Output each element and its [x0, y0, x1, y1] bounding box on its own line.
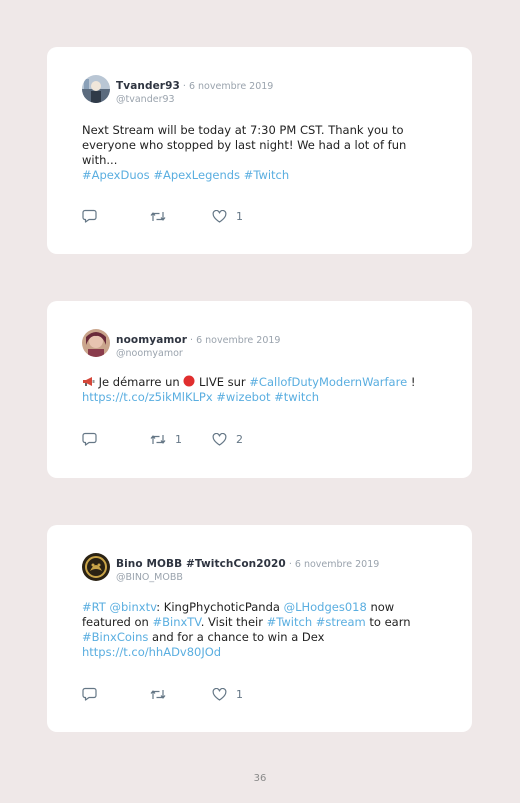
- avatar[interactable]: [82, 75, 110, 103]
- url-link[interactable]: https://t.co/hhADv80JOd: [82, 645, 221, 659]
- avatar[interactable]: [82, 553, 110, 581]
- hashtag-link[interactable]: #BinxCoins: [82, 630, 148, 644]
- post-date[interactable]: 6 novembre 2019: [196, 335, 280, 346]
- tweet-header: Bino MOBB #TwitchCon2020 · 6 novembre 20…: [82, 553, 379, 584]
- like-button[interactable]: 1: [212, 687, 243, 701]
- mention-link[interactable]: @binxtv: [109, 600, 156, 614]
- tweet-text-main: Next Stream will be today at 7:30 PM CST…: [82, 123, 407, 167]
- author-name[interactable]: Bino MOBB #TwitchCon2020: [116, 558, 286, 570]
- url-link[interactable]: https://t.co/z5ikMlKLPx: [82, 390, 213, 404]
- like-count: 1: [236, 209, 243, 223]
- tweet-text: Je démarre un LIVE sur #CallofDutyModern…: [82, 375, 432, 405]
- retweet-button[interactable]: [150, 688, 212, 701]
- heart-icon: [212, 209, 227, 223]
- retweet-button[interactable]: 1: [150, 433, 212, 446]
- tweet-card: noomyamor · 6 novembre 2019 @noomyamor J…: [47, 301, 472, 478]
- tweet-text: #RT @binxtv: KingPhychoticPanda @LHodges…: [82, 600, 432, 660]
- page-number: 36: [253, 773, 267, 784]
- separator: ·: [187, 335, 197, 346]
- avatar[interactable]: [82, 329, 110, 357]
- text-segment: !: [410, 375, 416, 389]
- tweet-text: Next Stream will be today at 7:30 PM CST…: [82, 123, 432, 183]
- text-segment: to earn: [369, 615, 411, 629]
- text-segment: . Visit their: [200, 615, 263, 629]
- tweet-header: Tvander93 · 6 novembre 2019 @tvander93: [82, 75, 273, 106]
- like-button[interactable]: 1: [212, 209, 243, 223]
- hashtag-link[interactable]: #BinxTV: [152, 615, 200, 629]
- hashtag-link[interactable]: #RT: [82, 600, 106, 614]
- text-segment: Je démarre un: [98, 375, 180, 389]
- post-date[interactable]: 6 novembre 2019: [189, 81, 273, 92]
- reply-button[interactable]: [82, 209, 150, 223]
- post-date[interactable]: 6 novembre 2019: [295, 559, 379, 570]
- hashtag-link[interactable]: #wizebot: [216, 390, 270, 404]
- like-button[interactable]: 2: [212, 432, 243, 446]
- hashtag-link[interactable]: #Twitch: [244, 168, 289, 182]
- author-handle[interactable]: @BINO_MOBB: [116, 571, 379, 584]
- hashtag-link[interactable]: #ApexLegends: [153, 168, 240, 182]
- author-handle[interactable]: @noomyamor: [116, 347, 280, 360]
- text-segment: and for a chance to win a Dex: [152, 630, 325, 644]
- reply-icon: [82, 687, 97, 701]
- tweet-card: Tvander93 · 6 novembre 2019 @tvander93 N…: [47, 47, 472, 254]
- tweet-actions: 1 2: [82, 432, 243, 446]
- text-segment: : KingPhychoticPanda: [156, 600, 280, 614]
- hashtag-link[interactable]: #twitch: [274, 390, 319, 404]
- mention-link[interactable]: @LHodges018: [284, 600, 367, 614]
- reply-icon: [82, 209, 97, 223]
- author-handle[interactable]: @tvander93: [116, 93, 273, 106]
- retweet-icon: [150, 434, 166, 444]
- tweet-header: noomyamor · 6 novembre 2019 @noomyamor: [82, 329, 280, 360]
- red-circle-icon: [183, 375, 195, 387]
- reply-button[interactable]: [82, 432, 150, 446]
- hashtag-link[interactable]: #Twitch: [267, 615, 312, 629]
- separator: ·: [285, 559, 295, 570]
- hashtag-link[interactable]: #stream: [316, 615, 366, 629]
- hashtag-link[interactable]: #ApexDuos: [82, 168, 150, 182]
- author-name[interactable]: Tvander93: [116, 80, 180, 92]
- retweet-icon: [150, 211, 166, 221]
- author-name[interactable]: noomyamor: [116, 334, 187, 346]
- hashtag-link[interactable]: #CallofDutyModernWarfare: [249, 375, 407, 389]
- heart-icon: [212, 432, 227, 446]
- retweet-button[interactable]: [150, 210, 212, 223]
- heart-icon: [212, 687, 227, 701]
- like-count: 1: [236, 687, 243, 701]
- separator: ·: [179, 81, 189, 92]
- tweet-actions: 1: [82, 209, 243, 223]
- reply-icon: [82, 432, 97, 446]
- like-count: 2: [236, 432, 243, 446]
- text-segment: LIVE sur: [199, 375, 246, 389]
- retweet-count: 1: [175, 432, 182, 446]
- tweet-actions: 1: [82, 687, 243, 701]
- reply-button[interactable]: [82, 687, 150, 701]
- megaphone-icon: [83, 377, 95, 386]
- retweet-icon: [150, 689, 166, 699]
- tweet-card: Bino MOBB #TwitchCon2020 · 6 novembre 20…: [47, 525, 472, 732]
